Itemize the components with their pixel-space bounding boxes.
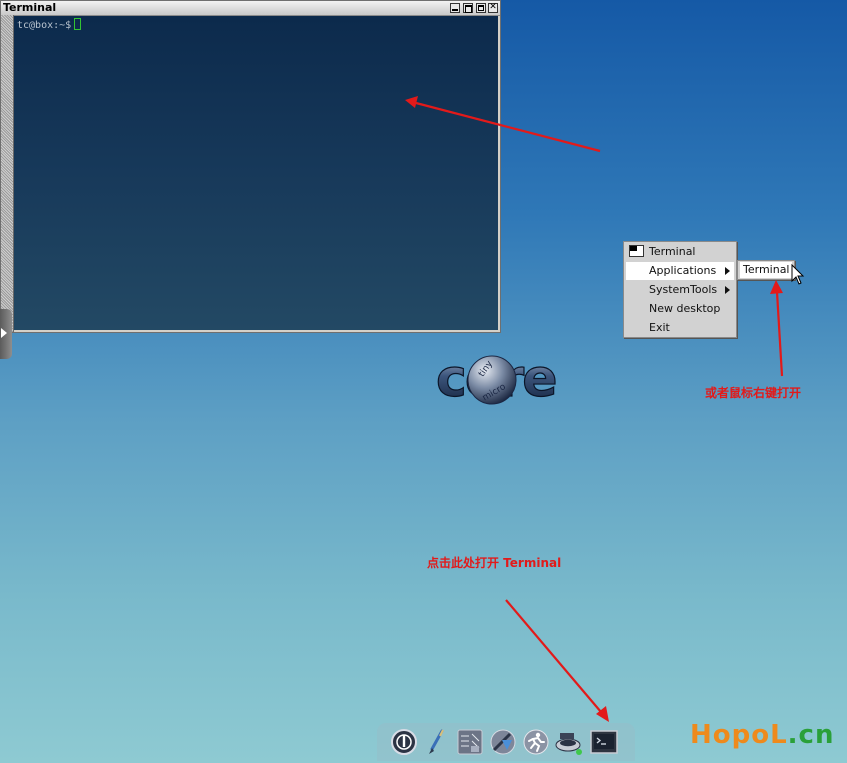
power-icon[interactable] xyxy=(389,728,419,756)
click-here-note: 点击此处打开 Terminal xyxy=(427,556,562,570)
arrow-to-terminal xyxy=(405,96,601,153)
mouse-pointer-icon xyxy=(791,263,805,285)
terminal-icon[interactable] xyxy=(589,728,619,756)
wbar-dock xyxy=(377,723,635,761)
desktop[interactable]: Terminal tc@box:~$ core xyxy=(0,0,847,763)
watermark-tld: .cn xyxy=(787,720,835,750)
app-installer-icon[interactable] xyxy=(488,728,518,756)
mount-tool-icon[interactable] xyxy=(554,728,584,756)
arrow-to-submenu xyxy=(770,280,784,377)
paintbrush-icon[interactable] xyxy=(422,728,452,756)
run-icon[interactable] xyxy=(521,728,551,756)
watermark-main: HopoL xyxy=(690,720,788,750)
site-watermark: HopoL.cn xyxy=(690,720,834,750)
control-panel-icon[interactable] xyxy=(455,728,485,756)
right-click-note: 或者鼠标右键打开 xyxy=(705,386,802,400)
annotation-overlay xyxy=(405,96,805,722)
arrow-to-dock-terminal xyxy=(505,599,609,722)
